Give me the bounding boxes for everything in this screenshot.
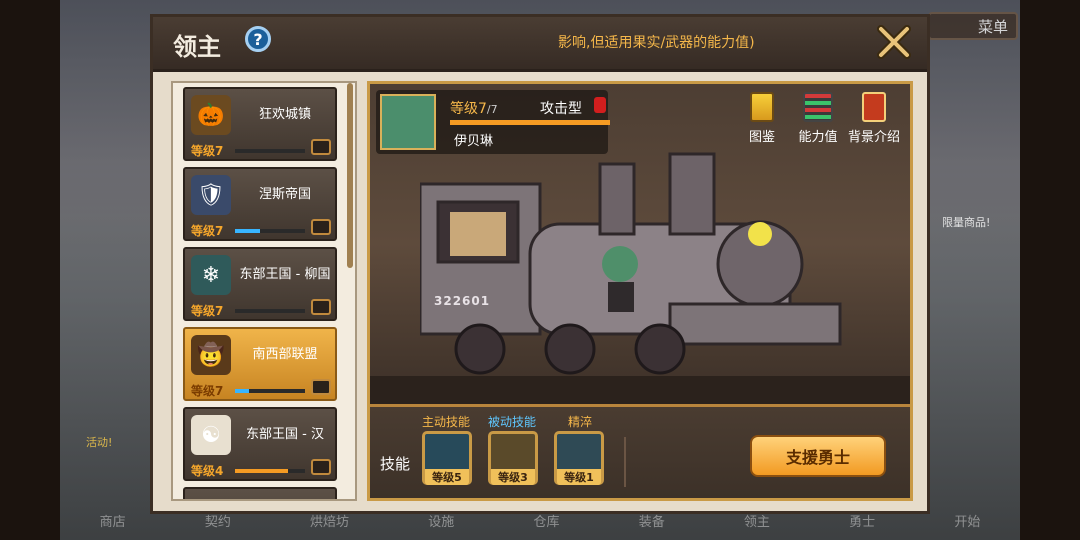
eagle-shield-icon: 🛡 [191,175,231,215]
lord-card-partial[interactable] [183,487,337,499]
book-icon[interactable] [311,299,331,315]
lord-progress-fill [235,469,288,473]
divider [624,437,626,487]
help-icon[interactable]: ? [245,26,271,52]
dialog-title: 领主 [173,33,221,61]
train-number: 322601 [434,294,491,308]
hero-level: 等级7/7 [450,98,498,118]
stats-icon [803,92,833,122]
lord-name: 东部王国 - 汉 [246,426,324,442]
lord-progress [235,469,305,473]
list-scrollbar[interactable] [347,83,353,268]
hero-name: 伊贝琳 [454,134,494,149]
lord-progress [235,389,305,393]
lord-progress [235,309,305,313]
support-hero-button[interactable]: 支援勇士 [750,435,886,477]
lord-progress-fill [235,389,249,393]
skills-strip: 技能 主动技能 等级5 被动技能 等级3 精淬 等级1 支援勇士 [370,404,910,498]
lord-level: 等级7 [191,224,224,238]
stats-button[interactable]: 能力值 [790,92,846,145]
lord-name: 狂欢城镇 [258,106,311,122]
right-border [1020,0,1080,540]
skill-level: 等级5 [425,469,469,485]
lord-level: 等级7 [191,304,224,318]
lord-list[interactable]: 🎃 狂欢城镇 等级7 🛡 涅斯帝国 等级7 ❄ 东部王国 - 柳国 等级7 🤠 … [171,81,357,501]
lord-level: 等级7 [191,384,224,398]
skill-level: 等级3 [491,469,535,485]
taegeuk-icon: ☯ [191,415,231,455]
menu-button[interactable]: 菜单 [928,12,1018,40]
book-icon[interactable] [311,139,331,155]
close-icon[interactable] [875,23,913,61]
crown-pumpkin-icon: 🎃 [191,95,231,135]
codex-button[interactable]: 图鉴 [734,92,790,145]
nav-start[interactable]: 开始 [954,511,980,530]
book-icon[interactable] [311,219,331,235]
passive-skill-icon[interactable]: 等级3 [488,431,538,485]
hero-progress-fill [450,120,610,125]
notice-text: 影响,但适用果实/武器的能力值) [558,35,755,51]
lord-level: 等级7 [191,144,224,158]
event-label[interactable]: 活动! [86,434,112,450]
lord-scene: 322601 等级7/7 攻击型 伊贝琳 图鉴 能力值 背景介绍 [370,84,910,404]
hero-progress [450,120,610,125]
lord-progress-fill [235,229,260,233]
lord-name: 涅斯帝国 [258,186,311,202]
left-border [0,0,60,540]
book-icon[interactable] [311,459,331,475]
story-label: 背景介绍 [847,130,900,145]
story-button[interactable]: 背景介绍 [846,92,902,145]
lord-card[interactable]: 🎃 狂欢城镇 等级7 [183,87,337,161]
lord-name: 南西部联盟 [252,346,318,362]
nav-shop[interactable]: 商店 [100,511,126,530]
hero-type: 攻击型 [540,101,582,117]
passive-skill-title: 被动技能 [488,415,537,429]
stats-label: 能力值 [798,130,838,145]
lord-card-selected[interactable]: 🤠 南西部联盟 等级7 [183,327,337,401]
lord-card[interactable]: 🛡 涅斯帝国 等级7 [183,167,337,241]
attack-type-icon [594,97,606,113]
lord-detail: 322601 等级7/7 攻击型 伊贝琳 图鉴 能力值 背景介绍 技能 主动技能… [367,81,913,501]
book-icon[interactable] [311,379,331,395]
lord-progress [235,149,305,153]
hero-portrait[interactable] [380,94,436,150]
lord-level: 等级4 [191,464,224,478]
refine-skill-icon[interactable]: 等级1 [554,431,604,485]
lord-card[interactable]: ❄ 东部王国 - 柳国 等级7 [183,247,337,321]
skills-label: 技能 [380,455,411,473]
snowflake-icon: ❄ [191,255,231,295]
dialog-header: 领主 ? 影响,但适用果实/武器的能力值) [153,17,927,72]
story-book-icon [862,92,886,122]
menu-label: 菜单 [977,17,1008,36]
skill-level: 等级1 [557,469,601,485]
codex-icon [750,92,774,122]
limited-shop-label[interactable]: 限量商品! [942,214,990,230]
hero-level-max: /7 [486,103,498,116]
lord-dialog: 领主 ? 影响,但适用果实/武器的能力值) 🎃 狂欢城镇 等级7 🛡 涅斯帝国 … [150,14,930,514]
active-skill-icon[interactable]: 等级5 [422,431,472,485]
lord-card[interactable]: ☯ 东部王国 - 汉 等级4 [183,407,337,481]
hero-info: 等级7/7 攻击型 伊贝琳 [376,90,610,154]
codex-label: 图鉴 [748,130,775,145]
hero-level-value: 等级7 [450,101,487,117]
refine-title: 精淬 [568,415,593,429]
active-skill-title: 主动技能 [422,415,471,429]
lord-progress [235,229,305,233]
cowboy-hat-icon: 🤠 [191,335,231,375]
locomotive-illustration [420,152,842,375]
lord-name: 东部王国 - 柳国 [239,266,331,282]
